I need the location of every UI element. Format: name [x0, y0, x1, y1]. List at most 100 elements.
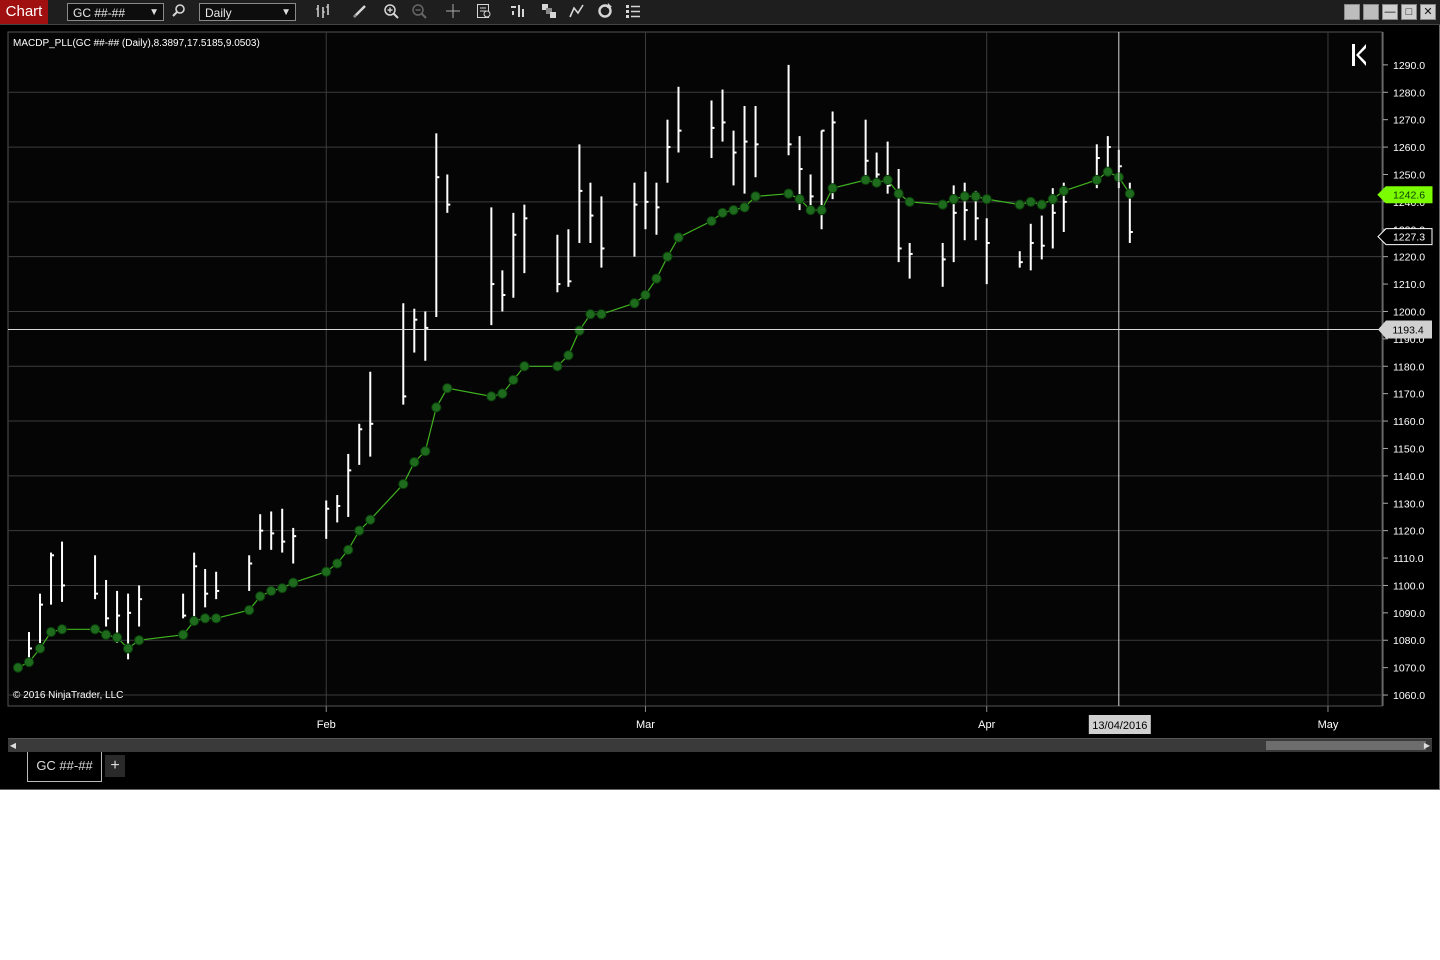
data-box-icon[interactable] — [475, 3, 493, 21]
indicator-point — [332, 558, 343, 569]
price-tick-label: 1270.0 — [1393, 115, 1425, 127]
indicator-point — [89, 624, 101, 635]
indicator-point — [442, 383, 453, 394]
tab-instrument[interactable]: GC ##-## — [27, 752, 102, 782]
indicator-point — [56, 624, 68, 635]
indicator-point — [563, 350, 574, 361]
indicator-point — [277, 583, 288, 594]
indicator-point — [321, 566, 332, 577]
indicator-point — [728, 204, 739, 216]
strategies-icon[interactable] — [540, 3, 558, 21]
scroll-left-icon[interactable]: ◀ — [8, 739, 18, 752]
pencil-icon[interactable] — [351, 3, 369, 21]
indicator-point — [937, 199, 948, 210]
indicator-point — [519, 361, 530, 372]
time-tick-label: Feb — [317, 719, 336, 731]
indicator-point — [585, 309, 596, 320]
indicator-point — [662, 251, 673, 262]
price-tick-label: 1120.0 — [1393, 526, 1424, 538]
indicator-point — [783, 188, 794, 199]
indicator-point — [255, 591, 266, 602]
zoom-out-icon[interactable] — [410, 3, 428, 21]
price-tick-label: 1280.0 — [1393, 87, 1425, 99]
period-selector[interactable]: Daily ▼ — [199, 3, 296, 21]
indicator-point — [133, 635, 145, 646]
indicator-point — [343, 544, 354, 555]
maximize-button[interactable]: □ — [1401, 4, 1417, 20]
scrollbar-thumb[interactable] — [1266, 741, 1426, 750]
price-tick-label: 1080.0 — [1393, 635, 1425, 647]
indicator-point — [12, 662, 24, 673]
indicator-point — [706, 215, 717, 227]
bar-type-icon[interactable] — [314, 3, 332, 21]
indicator-point — [34, 643, 46, 654]
properties-icon[interactable] — [624, 3, 642, 21]
scroll-right-icon[interactable]: ▶ — [1422, 739, 1432, 752]
indicator-point — [1058, 185, 1069, 197]
zoom-in-icon[interactable] — [382, 3, 400, 21]
chart-toolbar: Chart GC ##-## ▼ Daily ▼ — □ ✕ — [0, 0, 1440, 25]
close-button[interactable]: ✕ — [1420, 4, 1436, 20]
indicator-point — [1047, 194, 1058, 205]
drawing-tools-icon[interactable] — [568, 3, 586, 21]
time-tick-label: Mar — [636, 719, 655, 731]
indicator-point — [948, 194, 959, 205]
indicator-point — [178, 629, 189, 640]
chevron-down-icon: ▼ — [149, 7, 159, 18]
indicator-point — [805, 204, 816, 216]
indicator-point — [497, 388, 508, 399]
price-tick-label: 1140.0 — [1393, 471, 1424, 483]
add-tab-button[interactable]: + — [105, 755, 125, 777]
time-tick-label: Apr — [978, 719, 995, 731]
window-title[interactable]: Chart — [0, 0, 48, 24]
time-axis: Feb Mar Apr May — [317, 706, 1339, 731]
indicator-point — [827, 183, 838, 194]
price-tick-label: 1110.0 — [1393, 553, 1424, 565]
instrument-selector[interactable]: GC ##-## ▼ — [67, 3, 164, 21]
indicator-point — [23, 657, 35, 668]
indicator-point — [871, 177, 882, 188]
indicator-point — [288, 577, 299, 588]
indicator-point — [409, 457, 420, 468]
minimize-button[interactable]: — — [1382, 4, 1398, 20]
indicator-point — [717, 207, 728, 218]
link-window-button[interactable] — [1363, 4, 1379, 20]
copyright-text: © 2016 NinjaTrader, LLC — [13, 690, 123, 701]
indicator-point — [45, 626, 57, 638]
indicator-point — [431, 402, 442, 413]
indicator-point — [420, 446, 431, 457]
price-marker-label: 1227.3 — [1393, 232, 1425, 244]
price-tick-label: 1200.0 — [1393, 306, 1425, 318]
chevron-down-icon: ▼ — [281, 7, 291, 18]
plot-area — [7, 31, 1383, 707]
indicator-point — [552, 361, 563, 372]
price-tick-label: 1180.0 — [1393, 361, 1424, 373]
instrument-value: GC ##-## — [73, 6, 126, 20]
price-tick-label: 1150.0 — [1393, 443, 1424, 455]
horizontal-scrollbar[interactable]: ◀ ▶ — [8, 738, 1432, 752]
indicator-point — [882, 174, 893, 186]
indicator-point — [1102, 166, 1113, 177]
reload-icon[interactable] — [596, 3, 614, 21]
indicator-point — [981, 194, 992, 205]
indicators-icon[interactable] — [509, 3, 527, 21]
indicator-point — [970, 191, 981, 202]
crosshair-price-label: 1193.4 — [1392, 325, 1423, 337]
indicator-point — [794, 194, 805, 205]
crosshair-icon[interactable] — [444, 3, 462, 21]
price-chart[interactable]: 1060.0 1070.0 1080.0 1090.0 1100.0 1110.0 1120… — [0, 24, 1440, 738]
price-tick-label: 1100.0 — [1393, 580, 1424, 592]
search-icon[interactable] — [170, 3, 188, 21]
indicator-point — [200, 613, 211, 624]
indicator-point — [1036, 199, 1047, 210]
indicator-label: MACDP_PLL(GC ##-## (Daily),8.3897,17.518… — [13, 38, 260, 49]
indicator-point — [211, 613, 222, 624]
tile-window-button[interactable] — [1344, 4, 1360, 20]
crosshair-date-label: 13/04/2016 — [1092, 720, 1147, 732]
price-tick-label: 1160.0 — [1393, 416, 1424, 428]
indicator-point — [629, 298, 640, 309]
indicator-point — [508, 374, 519, 386]
indicator-point — [1124, 188, 1135, 199]
tab-bar — [0, 752, 1438, 788]
indicator-point — [111, 632, 123, 643]
